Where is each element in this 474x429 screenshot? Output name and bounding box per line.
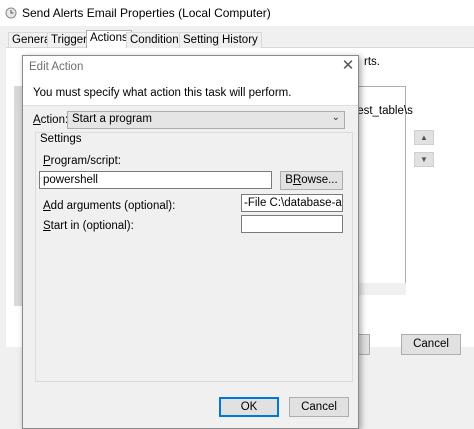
dialog-title: Edit Action bbox=[29, 61, 84, 73]
dialog-header: You must specify what action this task w… bbox=[23, 78, 358, 106]
dialog-titlebar: Edit Action ✕ bbox=[23, 56, 358, 78]
tab-history[interactable]: History bbox=[218, 32, 262, 48]
actions-list-item-fragment: test_table\s bbox=[354, 105, 413, 117]
settings-group bbox=[35, 132, 353, 382]
triangle-down-icon: ▼ bbox=[420, 155, 428, 164]
program-script-input[interactable] bbox=[39, 171, 272, 189]
browse-label-post: owse... bbox=[301, 174, 338, 186]
dialog-instruction: You must specify what action this task w… bbox=[33, 87, 292, 99]
edit-action-dialog: Edit Action ✕ You must specify what acti… bbox=[22, 55, 359, 429]
actions-list-scrollbar[interactable] bbox=[356, 283, 406, 295]
action-select[interactable]: Start a program ⌄ bbox=[67, 111, 345, 129]
program-label-text: rogram/script: bbox=[50, 155, 121, 167]
start-label-key: S bbox=[43, 220, 51, 232]
browse-button[interactable]: BRowse... bbox=[280, 171, 343, 190]
properties-titlebar: Send Alerts Email Properties (Local Comp… bbox=[0, 0, 474, 26]
triangle-up-icon: ▲ bbox=[420, 133, 428, 142]
close-icon[interactable]: ✕ bbox=[339, 57, 357, 75]
properties-cancel-button[interactable]: Cancel bbox=[401, 334, 461, 355]
clock-icon bbox=[5, 7, 17, 19]
actions-description-fragment: rts. bbox=[364, 56, 380, 68]
args-label-text: dd arguments (optional): bbox=[50, 200, 176, 212]
start-in-input[interactable] bbox=[241, 215, 343, 233]
ok-button[interactable]: OK bbox=[219, 397, 279, 417]
args-label-key: A bbox=[43, 200, 51, 212]
start-label-text: tart in (optional): bbox=[50, 220, 134, 232]
start-in-label: Start in (optional): bbox=[43, 220, 134, 232]
move-down-button[interactable]: ▼ bbox=[414, 152, 434, 167]
cancel-button[interactable]: Cancel bbox=[289, 397, 349, 417]
action-label-text: ction: bbox=[40, 114, 69, 126]
action-label: Action: bbox=[33, 114, 68, 126]
settings-group-label: Settings bbox=[39, 133, 83, 145]
add-arguments-input[interactable]: -File C:\database-alerts.p bbox=[241, 194, 343, 212]
background-panel-edge bbox=[14, 86, 22, 306]
program-script-label: Program/script: bbox=[43, 155, 121, 167]
browse-label-pre: B bbox=[285, 174, 293, 186]
action-label-key: A bbox=[33, 114, 41, 126]
tab-actions[interactable]: Actions bbox=[86, 30, 132, 48]
move-up-button[interactable]: ▲ bbox=[414, 130, 434, 145]
action-select-value: Start a program bbox=[72, 113, 152, 125]
properties-title: Send Alerts Email Properties (Local Comp… bbox=[22, 6, 271, 20]
chevron-down-icon: ⌄ bbox=[331, 112, 340, 123]
add-arguments-label: Add arguments (optional): bbox=[43, 200, 175, 212]
program-label-key: P bbox=[43, 155, 51, 167]
